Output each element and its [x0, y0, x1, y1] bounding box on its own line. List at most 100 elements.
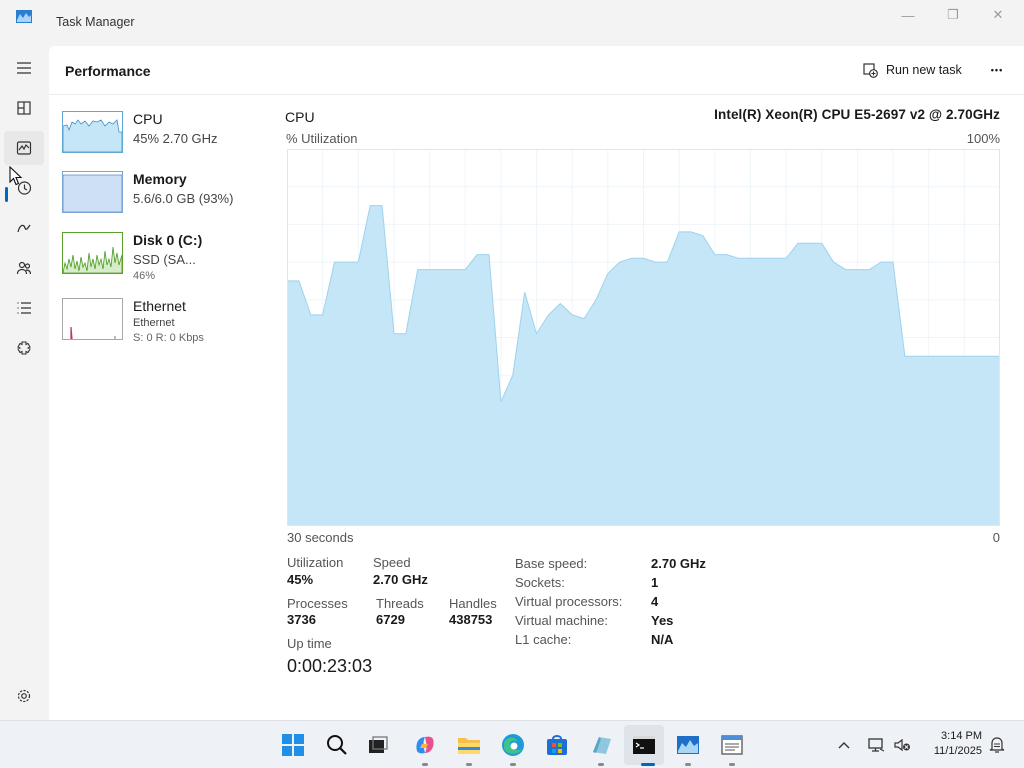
threads-label: Threads	[376, 596, 424, 611]
processes-value: 3736	[287, 612, 316, 627]
close-button[interactable]: ✕	[975, 4, 1021, 26]
start-button[interactable]	[279, 731, 307, 759]
running-indicator	[598, 763, 604, 766]
search-icon	[327, 735, 347, 755]
cpu-model: Intel(R) Xeon(R) CPU E5-2697 v2 @ 2.70GH…	[714, 107, 1000, 122]
spec-value: 1	[651, 575, 659, 590]
settings-icon	[17, 689, 31, 703]
resource-memory[interactable]: Memory 5.6/6.0 GB (93%)	[62, 171, 272, 227]
cpu-utilization-graph	[287, 149, 1000, 526]
speed-label: Speed	[373, 555, 411, 570]
resource-value: 5.6/6.0 GB (93%)	[133, 191, 234, 206]
nav-settings[interactable]	[4, 679, 44, 713]
more-options-button[interactable]: •••	[985, 60, 1009, 80]
ethernet-thumbnail	[62, 298, 123, 340]
nav-users[interactable]	[4, 251, 44, 285]
resource-name: Disk 0 (C:)	[133, 232, 203, 248]
resource-name: CPU	[133, 111, 163, 127]
main-panel: Performance Run new task ••• CPU 45% 2.7…	[49, 46, 1024, 720]
window-title: Task Manager	[56, 15, 135, 29]
show-hidden-icons-button[interactable]	[831, 731, 857, 759]
notepad-button[interactable]	[718, 731, 746, 759]
resource-disk[interactable]: Disk 0 (C:) SSD (SA... 46%	[62, 232, 272, 288]
file-explorer-button[interactable]	[455, 731, 483, 759]
spec-value: 4	[651, 594, 659, 609]
notifications-button[interactable]	[984, 731, 1010, 759]
network-icon	[868, 738, 885, 752]
running-indicator	[422, 763, 428, 766]
spec-value: 2.70 GHz	[651, 556, 706, 571]
spec-label: L1 cache:	[515, 632, 572, 647]
nav-startup-apps[interactable]	[4, 211, 44, 245]
utilization-max-label: 100%	[966, 131, 1000, 146]
minimize-button[interactable]: —	[885, 4, 931, 26]
page-title: Performance	[65, 63, 151, 79]
close-icon: ✕	[992, 7, 1004, 22]
store-icon	[547, 735, 567, 755]
taskbar: 3:14 PM 11/1/2025	[0, 720, 1024, 768]
app-button[interactable]	[587, 731, 615, 759]
resource-name: Memory	[133, 171, 187, 187]
utilization-axis-label: % Utilization	[286, 131, 358, 146]
notification-bell-icon	[989, 737, 1005, 753]
clock[interactable]: 3:14 PM 11/1/2025	[908, 729, 982, 759]
details-icon	[17, 302, 31, 314]
running-indicator	[466, 763, 472, 766]
run-new-task-button[interactable]: Run new task	[863, 60, 962, 80]
notepad-icon	[721, 735, 743, 755]
resource-ethernet[interactable]: Ethernet Ethernet S: 0 R: 0 Kbps	[62, 298, 272, 354]
clock-date: 11/1/2025	[933, 745, 982, 757]
resource-percent: 46%	[133, 270, 156, 282]
maximize-button[interactable]: ❐	[930, 4, 976, 26]
edge-button[interactable]	[499, 731, 527, 759]
resource-cpu[interactable]: CPU 45% 2.70 GHz	[62, 111, 272, 167]
resource-name: Ethernet	[133, 298, 186, 314]
active-app-indicator	[641, 763, 655, 766]
resource-value: 45% 2.70 GHz	[133, 131, 218, 146]
title-bar: Task Manager — ❐ ✕	[0, 0, 1024, 46]
spec-label: Virtual processors:	[515, 594, 623, 609]
clock-time: 3:14 PM	[941, 730, 982, 742]
hamburger-menu-icon	[17, 62, 31, 74]
maximize-icon: ❐	[947, 7, 959, 22]
threads-value: 6729	[376, 612, 405, 627]
resource-value: SSD (SA...	[133, 252, 196, 267]
spec-label: Sockets:	[515, 575, 565, 590]
chevron-up-icon	[838, 742, 850, 749]
resource-throughput: S: 0 R: 0 Kbps	[133, 332, 204, 344]
handles-label: Handles	[449, 596, 497, 611]
terminal-button[interactable]	[630, 731, 658, 759]
spec-label: Virtual machine:	[515, 613, 608, 628]
nav-processes[interactable]	[4, 91, 44, 125]
nav-services[interactable]	[4, 331, 44, 365]
spec-label: Base speed:	[515, 556, 588, 571]
startup-apps-icon	[17, 224, 31, 233]
app-icon	[593, 737, 611, 754]
nav-menu-button[interactable]	[4, 51, 44, 85]
graph-time-span-label: 30 seconds	[287, 530, 354, 545]
detail-title: CPU	[285, 109, 315, 125]
file-explorer-icon	[458, 738, 480, 754]
search-button[interactable]	[323, 731, 351, 759]
nav-details[interactable]	[4, 291, 44, 325]
terminal-icon	[633, 736, 655, 754]
run-task-label: Run new task	[886, 63, 962, 77]
task-view-icon	[369, 736, 388, 753]
utilization-value: 45%	[287, 572, 314, 587]
spec-value: N/A	[651, 632, 674, 647]
handles-value: 438753	[449, 612, 493, 627]
store-button[interactable]	[543, 731, 571, 759]
uptime-label: Up time	[287, 636, 332, 651]
task-manager-icon	[677, 736, 699, 754]
run-task-icon	[863, 62, 878, 78]
network-button[interactable]	[863, 731, 889, 759]
nav-performance[interactable]	[4, 131, 44, 165]
task-manager-app-icon	[16, 10, 32, 23]
speed-value: 2.70 GHz	[373, 572, 428, 587]
copilot-button[interactable]	[411, 731, 439, 759]
task-view-button[interactable]	[364, 731, 392, 759]
task-manager-taskbar-button[interactable]	[674, 731, 702, 759]
memory-thumbnail	[62, 171, 123, 213]
running-indicator	[729, 763, 735, 766]
minimize-icon: —	[901, 7, 915, 23]
